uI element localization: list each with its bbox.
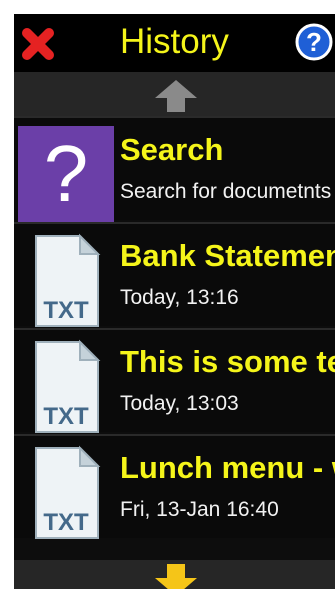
list-item[interactable]: TXT Bank Statement Today, 13:16 xyxy=(14,222,335,327)
history-screen: History ? ? Search Search for documetnts… xyxy=(14,14,335,589)
arrow-up-icon[interactable] xyxy=(153,78,199,114)
item-timestamp: Fri, 13-Jan 16:40 xyxy=(120,498,279,521)
scroll-up-bar[interactable] xyxy=(14,72,335,116)
item-title: Lunch menu - week xyxy=(120,450,335,485)
svg-text:TXT: TXT xyxy=(43,403,89,430)
list-item[interactable]: TXT Lunch menu - week Fri, 13-Jan 16:40 xyxy=(14,434,335,539)
page-title: History xyxy=(120,22,229,61)
close-icon[interactable] xyxy=(20,26,56,62)
header-bar: History ? xyxy=(14,14,335,72)
list-item[interactable]: TXT This is some text Today, 13:03 xyxy=(14,328,335,433)
item-title: This is some text xyxy=(120,344,335,379)
txt-file-icon: TXT xyxy=(35,233,101,327)
item-timestamp: Today, 13:16 xyxy=(120,286,239,309)
txt-file-icon: TXT xyxy=(35,339,101,433)
txt-file-icon: TXT xyxy=(35,445,101,539)
item-title: Search xyxy=(120,132,224,167)
svg-text:TXT: TXT xyxy=(43,297,89,324)
help-icon[interactable]: ? xyxy=(295,23,333,61)
item-timestamp: Today, 13:03 xyxy=(120,392,239,415)
scroll-down-bar[interactable] xyxy=(14,560,335,589)
svg-text:?: ? xyxy=(306,27,322,57)
item-title: Bank Statement xyxy=(120,238,335,273)
svg-text:TXT: TXT xyxy=(43,509,89,536)
arrow-down-icon[interactable] xyxy=(153,562,199,589)
item-subtitle: Search for documetnts xyxy=(120,180,332,203)
list-item-search[interactable]: ? Search Search for documetnts xyxy=(14,116,335,222)
question-mark-icon: ? xyxy=(18,126,114,222)
